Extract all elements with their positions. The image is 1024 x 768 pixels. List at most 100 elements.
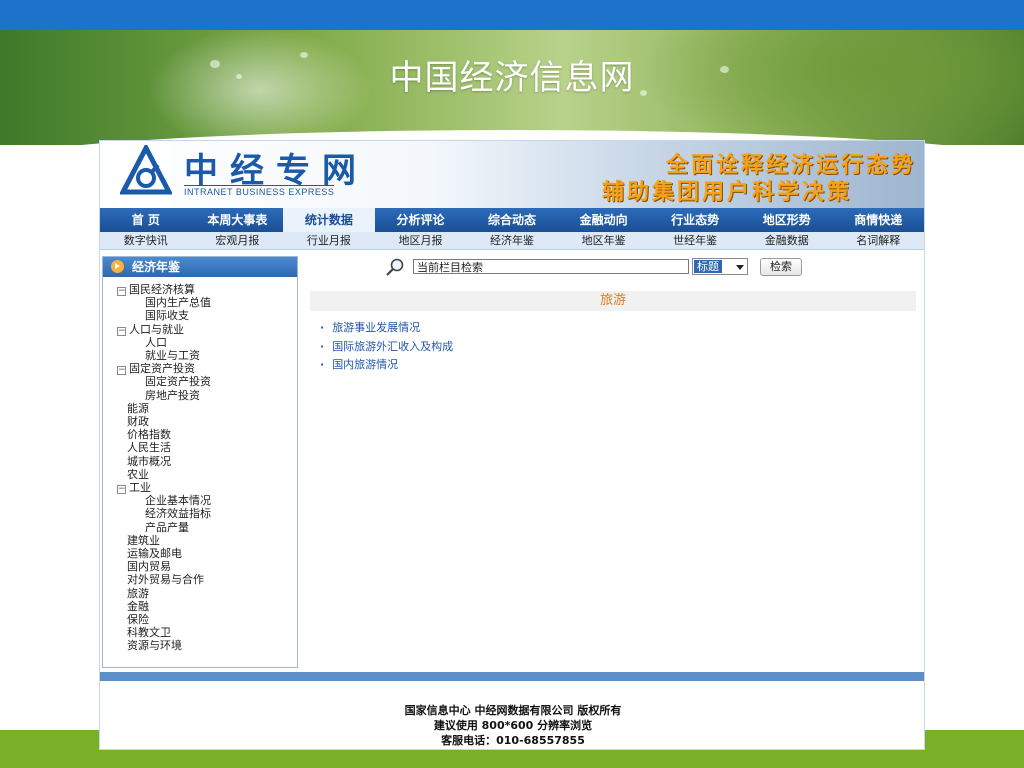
nav-item-industry[interactable]: 行业态势 [649,208,741,232]
nav-item-analysis[interactable]: 分析评论 [375,208,467,232]
sidebar-tree-item[interactable]: 财政 [117,415,297,428]
sidebar-tree-item[interactable]: 人口 [117,336,297,349]
site-footer: 国家信息中心 中经网数据有限公司 版权所有 建议使用 800*600 分辨率浏览… [100,703,924,748]
nav-item-home[interactable]: 首 页 [100,208,192,232]
slide-hero-banner: 中国经济信息网 [0,30,1024,145]
main-content: 标题 检索 旅游 旅游事业发展情况 国际旅游外汇收入及构成 国内旅游情况 [310,250,916,670]
sidebar-tree-item[interactable]: − 人口与就业 [117,323,297,336]
sidebar-tree-label: 国民经济核算 [129,283,195,296]
sidebar-tree-item[interactable]: 资源与环境 [117,639,297,652]
sidebar-tree-item[interactable]: − 工业 [117,481,297,495]
sidebar-tree-label: 国内贸易 [127,560,171,574]
sidebar-tree-label: 农业 [127,467,149,481]
sidebar-tree-label: 国内生产总值 [145,296,211,310]
sidebar-tree-item[interactable]: 国际收支 [117,309,297,322]
collapse-toggle-icon[interactable]: − [117,485,126,495]
collapse-toggle-icon[interactable]: − [117,287,126,296]
sidebar-tree-item[interactable]: 国内贸易 [117,560,297,573]
section-title: 旅游 [310,291,916,311]
nav-item-statistics[interactable]: 统计数据 [283,208,375,232]
nav-item-weekly-events[interactable]: 本周大事表 [192,208,284,232]
slide-title: 中国经济信息网 [389,58,635,98]
main-nav: 首 页 本周大事表 统计数据 分析评论 综合动态 金融动向 行业态势 地区形势 … [100,208,924,232]
nav-item-general-news[interactable]: 综合动态 [466,208,558,232]
sidebar-tree-item[interactable]: 旅游 [117,587,297,600]
subnav-item[interactable]: 行业月报 [283,232,375,249]
play-circle-icon [111,260,124,273]
sidebar-tree-item[interactable]: 价格指数 [117,428,297,441]
sidebar-tree-label: 固定资产投资 [129,362,195,376]
subnav-item[interactable]: 地区月报 [375,232,467,249]
subnav-item[interactable]: 地区年鉴 [558,232,650,249]
sidebar-tree-item[interactable]: 国内生产总值 [117,296,297,309]
sidebar-tree-label: 经济效益指标 [145,507,211,521]
sidebar-tree-item[interactable]: 建筑业 [117,534,297,547]
sidebar-tree-item[interactable]: − 国民经济核算 [117,283,297,296]
sidebar-tree-item[interactable]: 科教文卫 [117,626,297,639]
footer-divider [100,672,924,681]
nav-item-finance[interactable]: 金融动向 [558,208,650,232]
sidebar-tree-label: 金融 [127,599,149,613]
footer-copyright: 国家信息中心 中经网数据有限公司 版权所有 [404,704,622,717]
search-button[interactable]: 检索 [760,258,802,276]
sidebar-tree-label: 企业基本情况 [145,494,211,508]
subnav-item[interactable]: 宏观月报 [192,232,284,249]
article-link[interactable]: 国内旅游情况 [320,356,916,375]
sub-nav: 数字快讯 宏观月报 行业月报 地区月报 经济年鉴 地区年鉴 世经年鉴 金融数据 … [100,232,924,250]
sidebar-tree-label: 科教文卫 [127,626,171,640]
nav-item-business-news[interactable]: 商情快递 [833,208,925,232]
search-field-select[interactable]: 标题 [692,258,748,275]
sidebar-tree-label: 旅游 [127,586,149,600]
article-link[interactable]: 旅游事业发展情况 [320,319,916,338]
sidebar-tree-item[interactable]: 产品产量 [117,521,297,534]
sidebar-tree: − 国民经济核算 国内生产总值 国际收支 − 人口与就业 人口 就业与工资 − 固定资产投资 固定资… [103,277,297,653]
sidebar-tree-item[interactable]: 经济效益指标 [117,507,297,520]
sidebar-tree-item[interactable]: 城市概况 [117,455,297,468]
search-input[interactable] [413,259,689,274]
sidebar-tree-label: 人口与就业 [129,322,184,336]
sidebar-tree-label: 工业 [129,481,151,495]
subnav-item[interactable]: 数字快讯 [100,232,192,249]
subnav-item[interactable]: 名词解释 [833,232,925,249]
sidebar: 经济年鉴 − 国民经济核算 国内生产总值 国际收支 − 人口与就业 人口 就业与工资 − 固定资产… [102,256,298,668]
footer-phone: 客服电话：010-68557855 [441,734,585,747]
sidebar-tree-item[interactable]: 房地产投资 [117,389,297,402]
sidebar-tree-label: 就业与工资 [145,349,200,363]
sidebar-tree-item[interactable]: 能源 [117,402,297,415]
sidebar-tree-item[interactable]: 企业基本情况 [117,494,297,507]
website-screenshot: 中经专网 INTRANET BUSINESS EXPRESS 全面诠释经济运行态… [99,140,925,750]
sidebar-tree-item[interactable]: 人民生活 [117,441,297,454]
logo-icon [120,145,172,195]
sidebar-tree-label: 产品产量 [145,520,189,534]
sidebar-header: 经济年鉴 [103,257,297,277]
subnav-item[interactable]: 世经年鉴 [649,232,741,249]
nav-item-regional[interactable]: 地区形势 [741,208,833,232]
sidebar-tree-label: 能源 [127,401,149,415]
article-link[interactable]: 国际旅游外汇收入及构成 [320,338,916,357]
sidebar-tree-label: 运输及邮电 [127,547,182,561]
sidebar-tree-item[interactable]: 固定资产投资 [117,375,297,388]
sidebar-tree-item[interactable]: 金融 [117,600,297,613]
subnav-item[interactable]: 金融数据 [741,232,833,249]
sidebar-tree-label: 保险 [127,613,149,627]
collapse-toggle-icon[interactable]: − [117,366,126,376]
search-field-selected: 标题 [694,260,722,273]
page-body: 经济年鉴 − 国民经济核算 国内生产总值 国际收支 − 人口与就业 人口 就业与工资 − 固定资产… [100,250,924,670]
sidebar-tree-item[interactable]: 农业 [117,468,297,481]
sidebar-tree-label: 财政 [127,415,149,429]
sidebar-tree-label: 建筑业 [127,533,160,547]
sidebar-title: 经济年鉴 [132,260,181,274]
sidebar-tree-item[interactable]: 保险 [117,613,297,626]
logo-subtitle: INTRANET BUSINESS EXPRESS [184,185,335,197]
subnav-item[interactable]: 经济年鉴 [466,232,558,249]
search-icon [386,258,404,276]
chevron-down-icon [736,265,744,270]
collapse-toggle-icon[interactable]: − [117,326,126,336]
sidebar-tree-label: 人口 [145,335,167,349]
sidebar-tree-item[interactable]: 运输及邮电 [117,547,297,560]
sidebar-tree-label: 人民生活 [127,441,171,455]
sidebar-tree-item[interactable]: − 固定资产投资 [117,362,297,376]
footer-resolution-note: 建议使用 800*600 分辨率浏览 [433,719,593,732]
sidebar-tree-item[interactable]: 就业与工资 [117,349,297,362]
sidebar-tree-item[interactable]: 对外贸易与合作 [117,573,297,586]
